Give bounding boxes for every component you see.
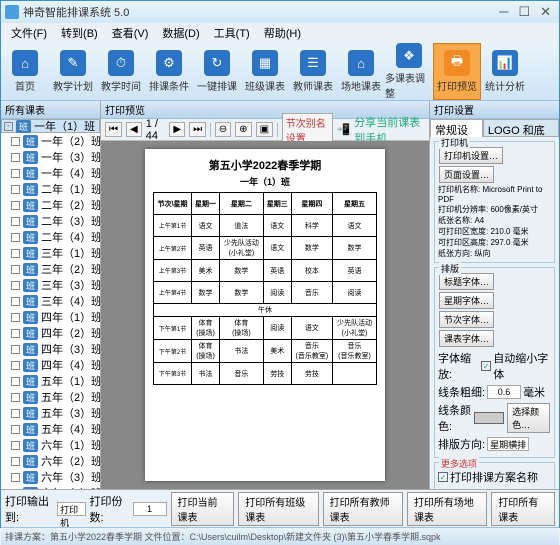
settings-tabs: 常规设置 LOGO 和底图 xyxy=(430,119,559,137)
page-viewport[interactable]: 第五小学2022春季学期 一年（1）班 节次\星期星期一星期二星期三星期四星期五… xyxy=(101,141,429,489)
title-font-button[interactable]: 标题字体… xyxy=(439,273,494,290)
menu-item[interactable]: 帮助(H) xyxy=(258,25,307,41)
tree-item[interactable]: 班四年（1）班 xyxy=(1,309,100,325)
sheet-title: 第五小学2022春季学期 xyxy=(153,157,377,173)
option-checkbox[interactable]: ✓ xyxy=(438,472,448,482)
tree-item[interactable]: 班六年（1）班 xyxy=(1,437,100,453)
print-places-button[interactable]: 打印所有场地课表 xyxy=(407,492,487,526)
printer-settings-button[interactable]: 打印机设置… xyxy=(439,147,503,164)
tool-一键排课[interactable]: ↻一键排课 xyxy=(193,43,241,100)
last-page-button[interactable]: ⏭ xyxy=(189,122,206,137)
print-current-button[interactable]: 打印当前课表 xyxy=(171,492,235,526)
menubar: 文件(F)转到(B)查看(V)数据(D)工具(T)帮助(H) xyxy=(1,23,559,43)
tool-排课条件[interactable]: ⚙排课条件 xyxy=(145,43,193,100)
printer-group: 打印机 打印机设置… 页面设置… 打印机名称: Microsoft Print … xyxy=(434,141,555,263)
first-page-button[interactable]: ⏮ xyxy=(105,122,122,137)
center-panel: 打印预览 ⏮ ◀ 1 / 44 ▶ ⏭ ⊖ ⊕ ▣ 节次别名设置 📲 分享当前课… xyxy=(101,101,429,489)
tab-logo[interactable]: LOGO 和底图 xyxy=(483,119,559,137)
tool-首页[interactable]: ⌂首页 xyxy=(1,43,49,100)
menu-item[interactable]: 工具(T) xyxy=(208,25,256,41)
tree-item[interactable]: 班五年（3）班 xyxy=(1,405,100,421)
tree-item[interactable]: 班四年（2）班 xyxy=(1,325,100,341)
tree-item[interactable]: 班五年（1）班 xyxy=(1,373,100,389)
tree-item[interactable]: 班五年（4）班 xyxy=(1,421,100,437)
minimize-button[interactable]: ─ xyxy=(499,4,508,20)
sheet-subtitle: 一年（1）班 xyxy=(153,175,377,188)
toolbar: ⌂首页✎教学计划⏱教学时间⚙排课条件↻一键排课▦班级课表☰教师课表⌂场地课表❖多… xyxy=(1,43,559,101)
table-font-button[interactable]: 课表字体… xyxy=(439,330,494,347)
tool-打印预览[interactable]: 🖶打印预览 xyxy=(433,43,481,100)
app-icon xyxy=(5,5,19,19)
choose-color-button[interactable]: 选择颜色… xyxy=(507,403,550,433)
maximize-button[interactable]: ☐ xyxy=(518,4,530,20)
menu-item[interactable]: 查看(V) xyxy=(106,25,155,41)
layout-group: 排版 标题字体… 星期字体… 节次字体… 课表字体… 字体缩放: ✓ 自动缩小字… xyxy=(434,267,555,458)
tree-item[interactable]: 班一年（3）班 xyxy=(1,149,100,165)
print-sheet: 第五小学2022春季学期 一年（1）班 节次\星期星期一星期二星期三星期四星期五… xyxy=(145,149,385,481)
print-all-button[interactable]: 打印所有课表 xyxy=(491,492,555,526)
left-panel: 所有课表 -班一年（1）班班一年（2）班班一年（3）班班一年（4）班班二年（1）… xyxy=(1,101,101,489)
print-classes-button[interactable]: 打印所有班级课表 xyxy=(238,492,318,526)
tree-item[interactable]: 班一年（2）班 xyxy=(1,133,100,149)
tree-item[interactable]: 班三年（4）班 xyxy=(1,293,100,309)
fit-button[interactable]: ▣ xyxy=(256,122,273,137)
direction-select[interactable]: 星期横排 xyxy=(487,437,529,451)
print-teachers-button[interactable]: 打印所有教师课表 xyxy=(323,492,403,526)
tab-general[interactable]: 常规设置 xyxy=(430,119,483,137)
page-indicator: 1 / 44 xyxy=(146,118,166,142)
class-tree[interactable]: -班一年（1）班班一年（2）班班一年（3）班班一年（4）班班二年（1）班班二年（… xyxy=(1,119,100,489)
tree-item[interactable]: 班三年（2）班 xyxy=(1,261,100,277)
zoom-out-button[interactable]: ⊖ xyxy=(215,122,231,137)
tree-item[interactable]: 班一年（4）班 xyxy=(1,165,100,181)
menu-item[interactable]: 转到(B) xyxy=(55,25,104,41)
tree-item[interactable]: 班三年（1）班 xyxy=(1,245,100,261)
tree-item[interactable]: 班五年（2）班 xyxy=(1,389,100,405)
tool-教学计划[interactable]: ✎教学计划 xyxy=(49,43,97,100)
tool-班级课表[interactable]: ▦班级课表 xyxy=(241,43,289,100)
tree-item[interactable]: 班三年（3）班 xyxy=(1,277,100,293)
tool-场地课表[interactable]: ⌂场地课表 xyxy=(337,43,385,100)
share-icon: 📲 xyxy=(337,123,351,136)
page-setup-button[interactable]: 页面设置… xyxy=(439,166,494,183)
menu-item[interactable]: 文件(F) xyxy=(5,25,53,41)
tool-教学时间[interactable]: ⏱教学时间 xyxy=(97,43,145,100)
more-options-group: 更多选项 ✓打印排课方案名称打印任课教师姓名打印班主任姓名✓打印场地名称 xyxy=(434,462,555,489)
menu-item[interactable]: 数据(D) xyxy=(156,25,205,41)
status-bar: 排课方案：第五小学2022春季学期 文件位置：C:\Users\cuilm\De… xyxy=(1,527,559,545)
next-page-button[interactable]: ▶ xyxy=(169,122,185,137)
copies-input[interactable] xyxy=(133,502,167,516)
right-panel: 打印设置 常规设置 LOGO 和底图 打印机 打印机设置… 页面设置… 打印机名… xyxy=(429,101,559,489)
tree-item[interactable]: 班六年（2）班 xyxy=(1,453,100,469)
tree-item[interactable]: 班二年（1）班 xyxy=(1,181,100,197)
tool-多课表调整[interactable]: ❖多课表调整 xyxy=(385,43,433,100)
preview-toolbar: ⏮ ◀ 1 / 44 ▶ ⏭ ⊖ ⊕ ▣ 节次别名设置 📲 分享当前课表到手机 xyxy=(101,119,429,141)
right-panel-header: 打印设置 xyxy=(430,101,559,119)
zoom-in-button[interactable]: ⊕ xyxy=(235,122,251,137)
footer: 打印输出到: 打印机 打印份数: 打印当前课表 打印所有班级课表 打印所有教师课… xyxy=(1,489,559,527)
tool-统计分析[interactable]: 📊统计分析 xyxy=(481,43,529,100)
auto-shrink-checkbox[interactable]: ✓ xyxy=(481,361,491,371)
timetable: 节次\星期星期一星期二星期三星期四星期五上午第1节语文道法语文科学语文上午第2节… xyxy=(153,192,377,385)
tree-item[interactable]: 班四年（3）班 xyxy=(1,341,100,357)
window-title: 神奇智能排课系统 5.0 xyxy=(23,4,129,20)
line-color-swatch xyxy=(474,412,504,424)
tool-教师课表[interactable]: ☰教师课表 xyxy=(289,43,337,100)
tree-item[interactable]: 班二年（4）班 xyxy=(1,229,100,245)
tree-item[interactable]: 班六年（4）班 xyxy=(1,485,100,489)
period-font-button[interactable]: 节次字体… xyxy=(439,311,494,328)
tree-item[interactable]: -班一年（1）班 xyxy=(1,119,100,133)
tree-item[interactable]: 班二年（2）班 xyxy=(1,197,100,213)
tree-item[interactable]: 班六年（3）班 xyxy=(1,469,100,485)
prev-page-button[interactable]: ◀ xyxy=(126,122,142,137)
left-panel-header: 所有课表 xyxy=(1,101,100,119)
close-button[interactable]: ✕ xyxy=(540,4,551,20)
week-font-button[interactable]: 星期字体… xyxy=(439,292,494,309)
tree-item[interactable]: 班四年（4）班 xyxy=(1,357,100,373)
output-select[interactable]: 打印机 xyxy=(57,502,85,516)
titlebar: 神奇智能排课系统 5.0 ─ ☐ ✕ xyxy=(1,1,559,23)
tree-item[interactable]: 班二年（3）班 xyxy=(1,213,100,229)
line-width-input[interactable] xyxy=(487,385,521,399)
